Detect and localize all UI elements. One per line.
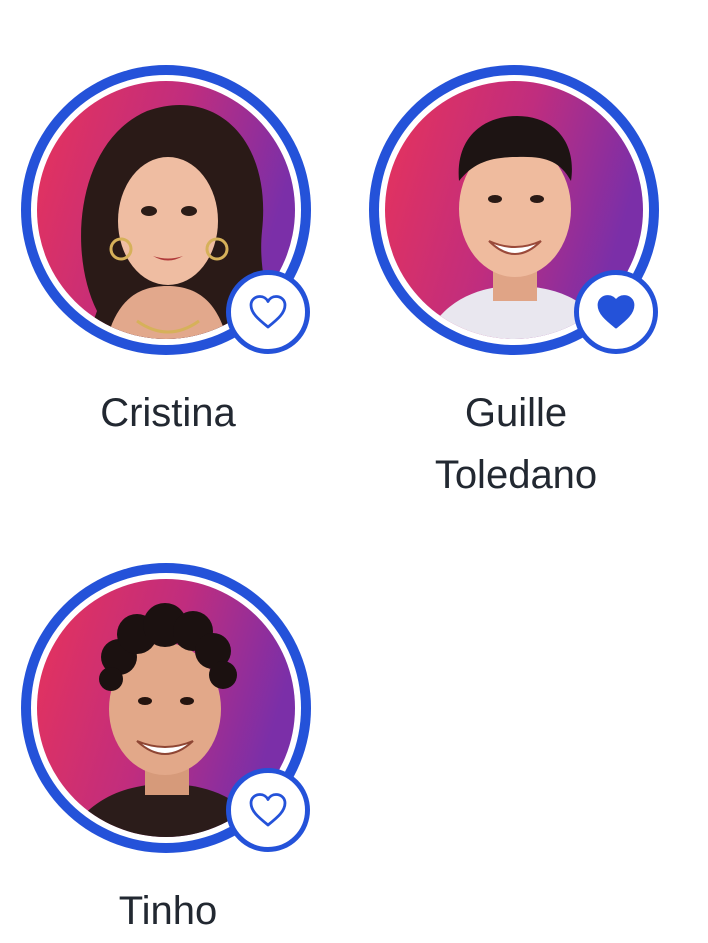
favorite-button[interactable] [226, 270, 310, 354]
contestant-card-tinho[interactable]: Tinho [18, 560, 318, 933]
avatar-container [18, 62, 314, 358]
name-text: Tinho [118, 889, 218, 933]
favorite-button[interactable] [574, 270, 658, 354]
name-text: Cristina [100, 391, 236, 435]
contestant-name: Guille Toledano [366, 382, 666, 506]
name-line-1: Guille [464, 391, 568, 435]
favorite-button[interactable] [226, 768, 310, 852]
contestant-card-cristina[interactable]: Cristina [18, 62, 318, 435]
contestant-card-guille-toledano[interactable]: Guille Toledano [366, 62, 666, 497]
heart-filled-icon [597, 295, 635, 329]
avatar-container [366, 62, 662, 358]
contestant-name: Tinho [18, 880, 318, 942]
name-line-2: Toledano [434, 453, 598, 497]
heart-outline-icon [249, 793, 287, 827]
contestant-name: Cristina [18, 382, 318, 444]
avatar-container [18, 560, 314, 856]
heart-outline-icon [249, 295, 287, 329]
